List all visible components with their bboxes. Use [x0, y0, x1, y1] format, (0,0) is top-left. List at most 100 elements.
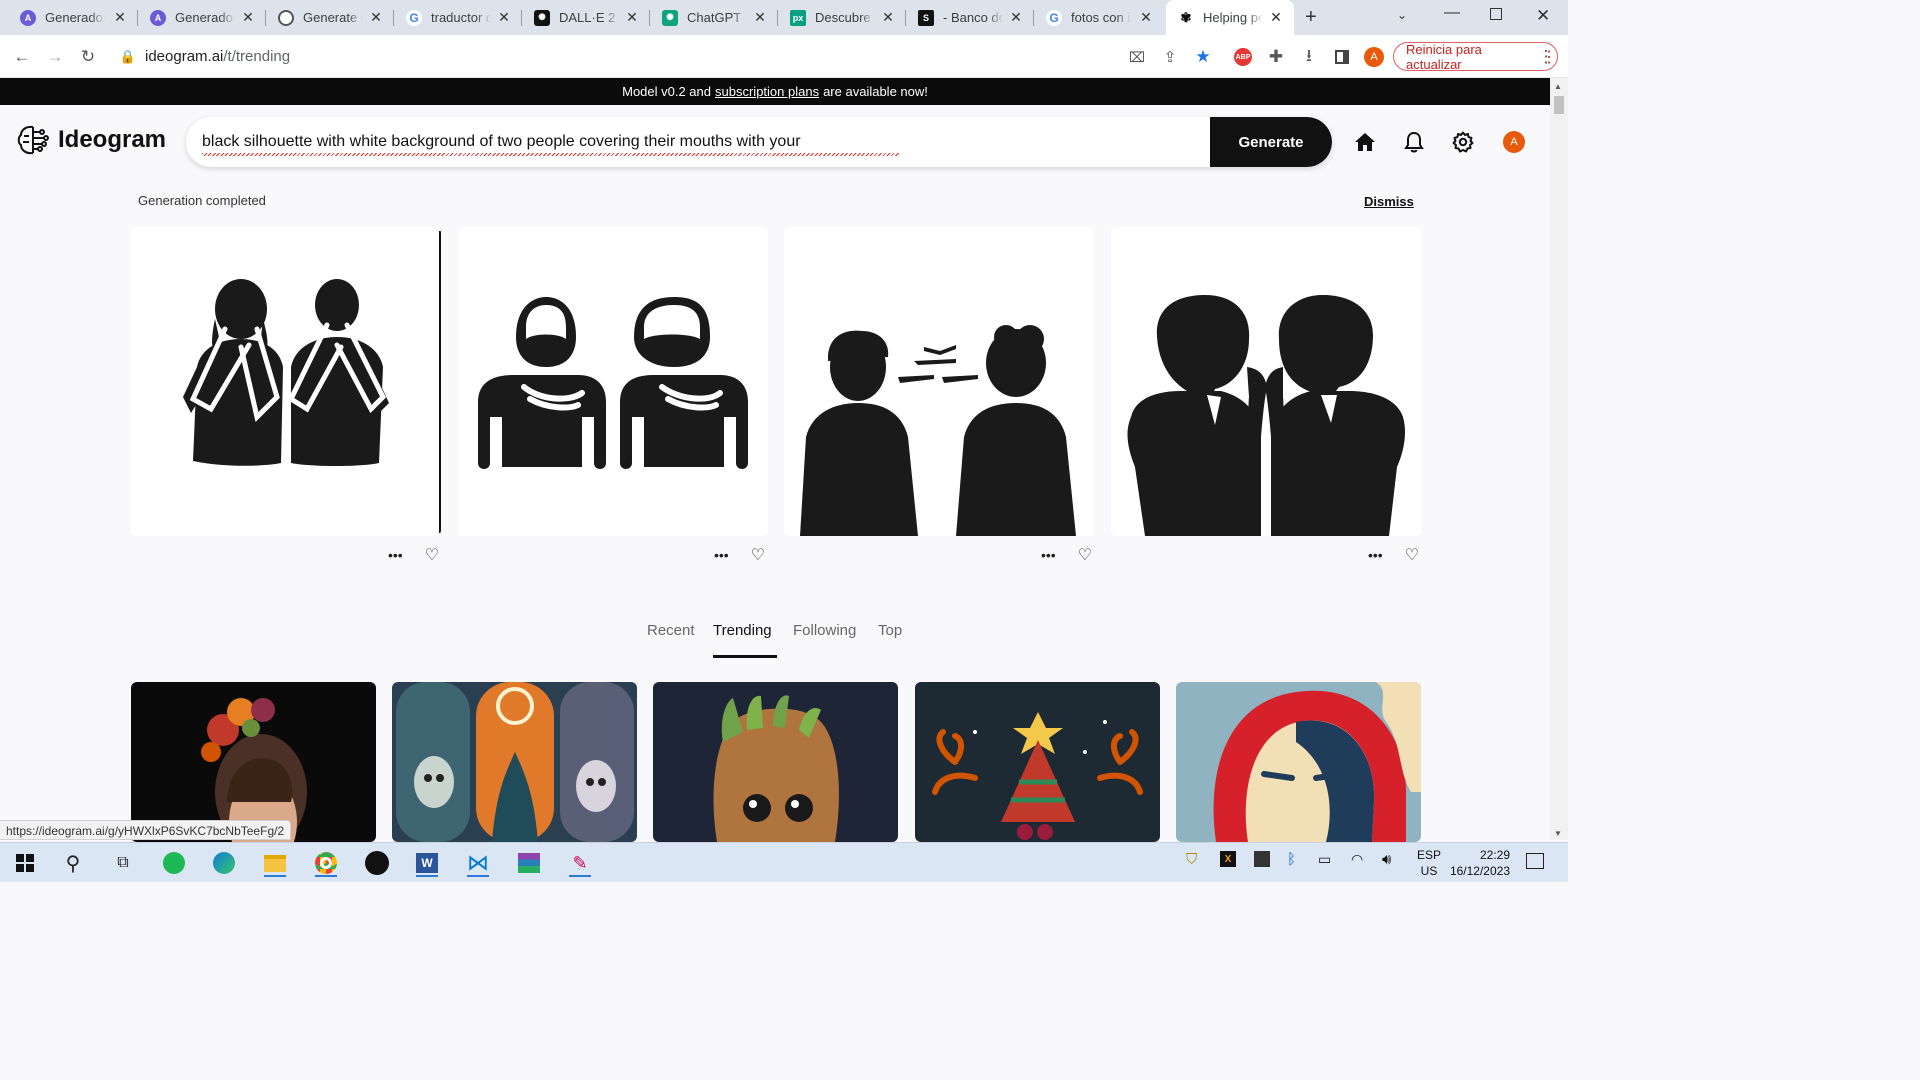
restore-icon[interactable] [1490, 8, 1502, 20]
back-icon[interactable]: ← [12, 47, 32, 67]
more-options-icon[interactable]: ••• [388, 547, 403, 563]
browser-tab[interactable]: A Generador ✕ [0, 0, 138, 35]
security-shield-icon[interactable]: ⛉ [1186, 851, 1197, 868]
tab-label: DALL·E 2 [559, 10, 616, 25]
search-icon[interactable]: ⚲ [58, 849, 88, 877]
scroll-down-icon[interactable]: ▼ [1554, 829, 1562, 838]
browser-tab[interactable]: ✺ ChatGPT ✕ [650, 0, 778, 35]
user-avatar[interactable]: A [1503, 131, 1525, 153]
language-indicator[interactable]: ESP US [1417, 847, 1441, 879]
close-icon[interactable]: ✕ [368, 9, 384, 26]
generation-status: Generation completed [138, 193, 266, 208]
ideogram-logo[interactable]: Ideogram [16, 124, 166, 156]
browser-tab[interactable]: Generate c ✕ [266, 0, 394, 35]
close-icon[interactable]: ✕ [112, 9, 128, 26]
feed-card[interactable] [392, 682, 637, 842]
settings-gear-icon[interactable] [1451, 130, 1475, 154]
browser-tab[interactable]: G traductor c ✕ [394, 0, 522, 35]
feed-card[interactable] [653, 682, 898, 842]
home-icon[interactable] [1353, 130, 1377, 154]
forward-icon[interactable]: → [45, 47, 65, 67]
image-actions: ••• ♡ [714, 545, 765, 565]
browser-tab[interactable]: px Descubre y ✕ [778, 0, 906, 35]
tab-following[interactable]: Following [793, 622, 856, 639]
heart-icon[interactable]: ♡ [1405, 545, 1419, 565]
url-text[interactable]: ideogram.ai/t/trending [145, 48, 290, 65]
windows-start-icon[interactable] [10, 849, 40, 877]
tab-top[interactable]: Top [878, 622, 902, 639]
dismiss-link[interactable]: Dismiss [1364, 194, 1414, 209]
paint-icon[interactable]: ✎ [565, 849, 595, 877]
more-options-icon[interactable]: ••• [1041, 547, 1056, 563]
generate-button[interactable]: Generate [1210, 117, 1332, 167]
feed-card[interactable] [131, 682, 376, 842]
prompt-bar: Generate [186, 117, 1332, 167]
close-icon[interactable]: ✕ [1008, 9, 1024, 26]
close-icon[interactable]: ✕ [624, 9, 640, 26]
heart-icon[interactable]: ♡ [751, 545, 765, 565]
tray-app-icon[interactable]: X [1220, 851, 1236, 867]
window-close-icon[interactable]: ✕ [1536, 6, 1550, 26]
file-explorer-icon[interactable] [260, 849, 290, 877]
reload-icon[interactable]: ↻ [78, 47, 98, 67]
tab-search-icon[interactable]: ⌄ [1397, 8, 1407, 22]
profile-avatar[interactable]: A [1364, 47, 1384, 67]
chrome-icon[interactable] [311, 849, 341, 877]
page-scrollbar[interactable]: ▲ ▼ [1550, 78, 1568, 840]
heart-icon[interactable]: ♡ [1078, 545, 1092, 565]
update-button[interactable]: Reinicia para actualizar ⋮ [1393, 42, 1558, 72]
edge-icon[interactable] [209, 849, 239, 877]
close-icon[interactable]: ✕ [240, 9, 256, 26]
extensions-icon[interactable]: ✚ [1266, 47, 1286, 67]
browser-tab-active[interactable]: ✾ Helping pe ✕ [1166, 0, 1294, 35]
tab-trending[interactable]: Trending [713, 622, 772, 639]
browser-tab[interactable]: S - Banco de ✕ [906, 0, 1034, 35]
close-icon[interactable]: ✕ [1138, 9, 1154, 26]
notification-center-icon[interactable] [1526, 853, 1544, 869]
generated-image-2[interactable] [458, 227, 768, 536]
browser-tab-strip: A Generador ✕ A Generador ✕ Generate c ✕… [0, 0, 1568, 35]
tab-label: ChatGPT [687, 10, 742, 25]
close-icon[interactable]: ✕ [752, 9, 768, 26]
feed-image [201, 698, 307, 842]
generated-image-1[interactable] [131, 227, 441, 536]
battery-icon[interactable]: ▭ [1318, 851, 1331, 868]
winrar-icon[interactable] [514, 849, 544, 877]
minimize-icon[interactable]: — [1444, 4, 1460, 22]
feed-card[interactable] [915, 682, 1160, 842]
word-icon[interactable]: W [412, 849, 442, 877]
more-options-icon[interactable]: ••• [714, 547, 729, 563]
new-tab-icon[interactable]: + [1305, 6, 1317, 29]
feed-card[interactable] [1176, 682, 1421, 842]
close-icon[interactable]: ✕ [1268, 9, 1284, 26]
clock[interactable]: 22:29 16/12/2023 [1448, 847, 1510, 879]
close-icon[interactable]: ✕ [496, 9, 512, 26]
volume-icon[interactable]: 🔊︎ [1382, 851, 1391, 868]
tab-favicon: A [20, 9, 36, 26]
side-panel-icon[interactable] [1332, 47, 1352, 67]
browser-tab[interactable]: G fotos con i ✕ [1034, 0, 1164, 35]
tab-recent[interactable]: Recent [647, 622, 695, 639]
bluetooth-icon[interactable]: ᛒ [1287, 851, 1296, 868]
adblock-icon[interactable]: ABP [1233, 47, 1253, 67]
heart-icon[interactable]: ♡ [425, 545, 439, 565]
task-view-icon[interactable]: ⧉ [108, 849, 138, 877]
prompt-input[interactable] [202, 129, 1202, 155]
vscode-icon[interactable]: ⋈ [463, 849, 493, 877]
notifications-bell-icon[interactable] [1402, 130, 1426, 154]
spotify-icon[interactable] [159, 849, 189, 877]
generated-image-3[interactable] [784, 227, 1094, 536]
corel-icon[interactable] [362, 849, 392, 877]
spellcheck-underline [202, 153, 900, 156]
close-icon[interactable]: ✕ [880, 9, 896, 26]
subscription-plans-link[interactable]: subscription plans [715, 84, 819, 99]
tray-app-icon[interactable] [1254, 851, 1270, 867]
download-icon[interactable]: ⭳ [1299, 46, 1319, 67]
wifi-icon[interactable]: ◠ [1351, 851, 1363, 868]
scrollbar-thumb[interactable] [1554, 96, 1564, 114]
generated-image-4[interactable] [1111, 227, 1421, 536]
browser-tab[interactable]: ✺ DALL·E 2 ✕ [522, 0, 650, 35]
browser-tab[interactable]: A Generador ✕ [138, 0, 266, 35]
more-options-icon[interactable]: ••• [1368, 547, 1383, 563]
scroll-up-icon[interactable]: ▲ [1554, 82, 1562, 91]
